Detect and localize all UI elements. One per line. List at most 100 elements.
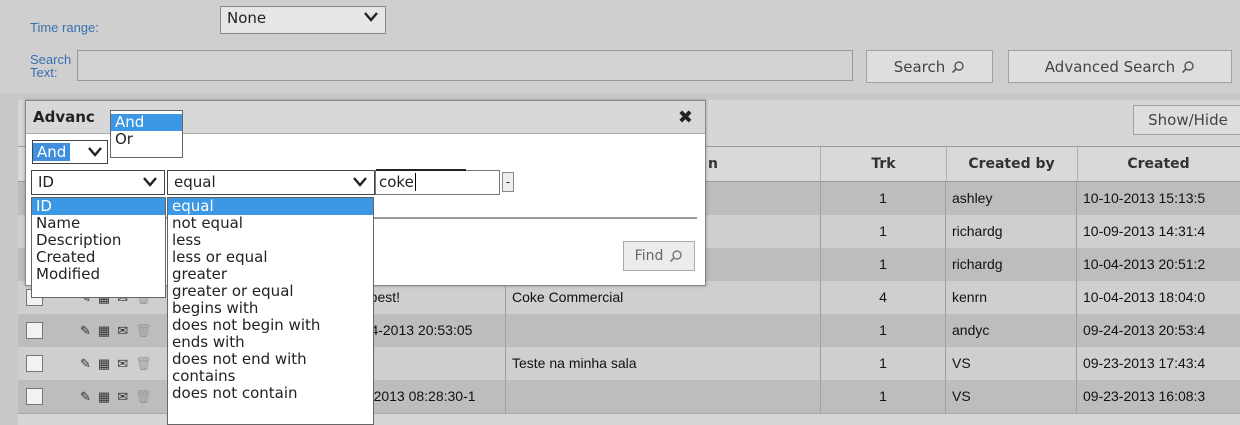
show-hide-label: Show/Hide	[1148, 111, 1228, 129]
mail-icon[interactable]: ✉	[117, 389, 128, 405]
cell-created-by: andyc	[946, 314, 1077, 347]
row-checkbox[interactable]	[26, 388, 43, 405]
operator-option[interactable]: contains	[168, 368, 373, 385]
cell-col-b	[506, 314, 821, 347]
cell-created-by: VS	[946, 380, 1077, 413]
search-icon	[1182, 60, 1194, 73]
operator-select[interactable]: equal	[167, 170, 375, 195]
search-text-input[interactable]	[77, 50, 853, 81]
row-actions: ✎ ▦ ✉ 🗑	[80, 314, 152, 347]
trash-icon[interactable]: 🗑	[135, 323, 152, 339]
field-option[interactable]: Created	[32, 249, 165, 266]
cell-col-a	[352, 347, 506, 380]
chevron-down-icon	[364, 12, 378, 22]
cell-created-by: VS	[946, 347, 1077, 380]
cell-created: 09-24-2013 20:53:4	[1083, 322, 1206, 338]
cell-created: 10-09-2013 14:31:4	[1083, 223, 1206, 239]
field-option[interactable]: Name	[32, 215, 165, 232]
operator-option[interactable]: greater	[168, 266, 373, 283]
trash-icon[interactable]: 🗑	[135, 356, 152, 372]
cell-col-a: -24-2013 20:53:05	[352, 314, 506, 347]
field-option[interactable]: Modified	[32, 266, 165, 283]
cell-trk: 1	[821, 314, 946, 347]
chevron-down-icon	[88, 147, 102, 157]
input-focus-line	[376, 169, 466, 171]
edit-icon[interactable]: ✎	[80, 389, 91, 405]
cell-trk: 1	[821, 248, 946, 281]
time-range-label: Time range:	[30, 20, 99, 35]
row-checkbox[interactable]	[26, 355, 43, 372]
operator-option[interactable]: ends with	[168, 334, 373, 351]
time-range-value: None	[227, 9, 267, 27]
show-hide-button[interactable]: Show/Hide	[1133, 105, 1240, 135]
cell-trk: 1	[821, 347, 946, 380]
field-options-list: ID Name Description Created Modified	[31, 197, 166, 298]
mail-icon[interactable]: ✉	[117, 356, 128, 372]
cell-trk: 1	[821, 215, 946, 248]
search-button-label: Search	[893, 57, 946, 76]
cell-created: 09-23-2013 17:43:4	[1083, 355, 1206, 371]
logic-options-list: And Or	[110, 110, 183, 158]
cell-created-by: kenrn	[946, 281, 1077, 314]
value-input[interactable]: coke	[375, 170, 500, 195]
cell-created: 10-10-2013 15:13:5	[1083, 190, 1206, 206]
cell-created-by: ashley	[946, 182, 1077, 215]
operator-value: equal	[174, 173, 216, 191]
find-label: Find	[634, 248, 664, 264]
cell-col-b	[506, 380, 821, 413]
grid-icon[interactable]: ▦	[98, 323, 110, 339]
field-option[interactable]: Description	[32, 232, 165, 249]
search-icon	[952, 60, 964, 73]
close-icon[interactable]: ✖	[678, 107, 693, 128]
operator-option[interactable]: does not contain	[168, 385, 373, 402]
value-input-text: coke	[379, 173, 414, 191]
search-button[interactable]: Search	[866, 50, 993, 83]
logic-option[interactable]: And	[111, 114, 182, 131]
edit-icon[interactable]: ✎	[80, 323, 91, 339]
logic-option[interactable]: Or	[111, 131, 182, 148]
operator-option[interactable]: begins with	[168, 300, 373, 317]
field-option[interactable]: ID	[32, 198, 165, 215]
header-created[interactable]: Created	[1077, 147, 1240, 183]
time-range-select[interactable]: None	[220, 6, 386, 34]
cell-trk: 1	[821, 182, 946, 215]
mail-icon[interactable]: ✉	[117, 323, 128, 339]
operator-option[interactable]: greater or equal	[168, 283, 373, 300]
cell-col-b: Teste na minha sala	[506, 347, 821, 380]
cell-created-by: richardg	[946, 248, 1077, 281]
edit-icon[interactable]: ✎	[80, 356, 91, 372]
cell-created: 09-23-2013 16:08:3	[1083, 388, 1206, 404]
operator-option[interactable]: not equal	[168, 215, 373, 232]
chevron-down-icon	[143, 177, 157, 187]
find-button[interactable]: Find	[623, 241, 695, 271]
operator-option[interactable]: does not begin with	[168, 317, 373, 334]
grid-icon[interactable]: ▦	[98, 356, 110, 372]
logic-select[interactable]: And	[32, 140, 108, 164]
field-value: ID	[38, 173, 54, 191]
chevron-down-icon	[353, 177, 367, 187]
operator-option[interactable]: less	[168, 232, 373, 249]
remove-condition-button[interactable]: -	[502, 172, 514, 192]
text-caret	[414, 173, 416, 191]
operator-option[interactable]: less or equal	[168, 249, 373, 266]
advanced-search-label: Advanced Search	[1044, 57, 1176, 76]
logic-value: And	[33, 143, 71, 161]
grid-icon[interactable]: ▦	[98, 389, 110, 405]
cell-trk: 4	[821, 281, 946, 314]
row-actions: ✎ ▦ ✉ 🗑	[80, 347, 152, 380]
operator-option[interactable]: equal	[168, 198, 373, 215]
header-trk[interactable]: Trk	[821, 147, 947, 183]
advanced-search-button[interactable]: Advanced Search	[1008, 50, 1232, 83]
cell-trk: 1	[821, 380, 946, 413]
operator-option[interactable]: does not end with	[168, 351, 373, 368]
search-icon	[670, 250, 683, 263]
field-select[interactable]: ID	[31, 170, 165, 195]
trash-icon[interactable]: 🗑	[135, 389, 152, 405]
header-created-by[interactable]: Created by	[946, 147, 1078, 183]
cell-created: 10-04-2013 20:51:2	[1083, 256, 1206, 272]
row-checkbox[interactable]	[26, 322, 43, 339]
search-text-label: Search Text:	[30, 52, 72, 80]
row-actions: ✎ ▦ ✉ 🗑	[80, 380, 152, 413]
cell-created-by: richardg	[946, 215, 1077, 248]
cell-created: 10-04-2013 18:04:0	[1083, 289, 1206, 305]
